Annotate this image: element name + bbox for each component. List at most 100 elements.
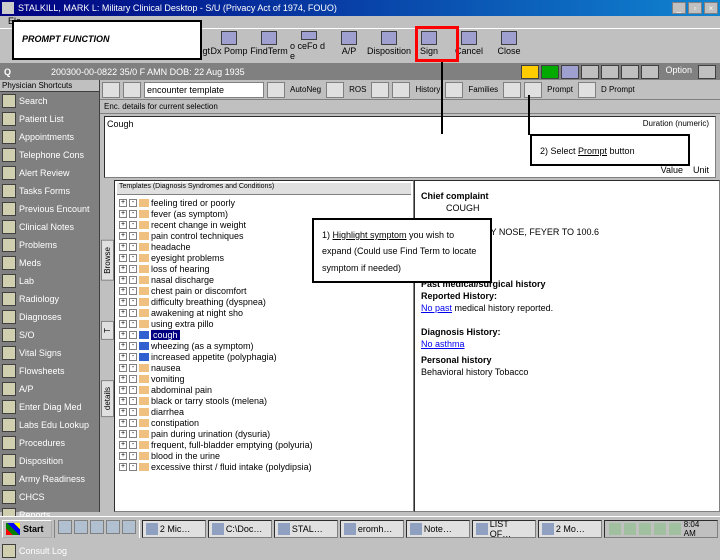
expand-icon[interactable]: + <box>119 309 127 317</box>
shortcut-item[interactable]: Disposition <box>0 452 99 470</box>
expand-icon[interactable]: - <box>129 463 137 471</box>
tree-row[interactable]: +-cough <box>117 329 411 340</box>
shortcut-item[interactable]: Labs Edu Lookup <box>0 416 99 434</box>
shortcut-item[interactable]: Vital Signs <box>0 344 99 362</box>
tb2-icon[interactable] <box>445 82 463 98</box>
expand-icon[interactable]: - <box>129 419 137 427</box>
close-button[interactable]: × <box>704 2 718 14</box>
shortcut-item[interactable]: Diagnoses <box>0 308 99 326</box>
dprompt-icon[interactable] <box>578 82 596 98</box>
tb2-icon[interactable] <box>371 82 389 98</box>
taskbar-task[interactable]: 2 Mo… <box>538 520 602 538</box>
expand-icon[interactable]: - <box>129 199 137 207</box>
expand-icon[interactable]: - <box>129 375 137 383</box>
shortcut-item[interactable]: Telephone Cons <box>0 146 99 164</box>
expand-icon[interactable]: + <box>119 364 127 372</box>
close-toolbar-button[interactable]: Close <box>490 31 528 61</box>
tree-row[interactable]: +-awakening at night sho <box>117 307 411 318</box>
expand-icon[interactable]: - <box>129 364 137 372</box>
tree-row[interactable]: +-blood in the urine <box>117 450 411 461</box>
expand-icon[interactable]: - <box>129 232 137 240</box>
prompt-button[interactable]: Prompt <box>545 85 575 94</box>
tray-icon[interactable] <box>639 523 651 535</box>
browse-tab[interactable]: Browse <box>101 240 114 281</box>
quicklaunch-icon[interactable] <box>74 520 88 534</box>
quicklaunch-icon[interactable] <box>122 520 136 534</box>
tree-row[interactable]: +-frequent, full-bladder emptying (polyu… <box>117 439 411 450</box>
expand-icon[interactable]: + <box>119 397 127 405</box>
expand-icon[interactable]: + <box>119 353 127 361</box>
shortcut-item[interactable]: A/P <box>0 380 99 398</box>
patient-bar-icon[interactable] <box>621 65 639 79</box>
patient-bar-icon[interactable] <box>641 65 659 79</box>
t-tab[interactable]: T <box>101 321 114 340</box>
dprompt-button[interactable]: D Prompt <box>599 85 637 94</box>
tb2-icon[interactable] <box>267 82 285 98</box>
expand-icon[interactable]: - <box>129 331 137 339</box>
shortcut-item[interactable]: Alert Review <box>0 164 99 182</box>
expand-icon[interactable]: - <box>129 353 137 361</box>
minimize-button[interactable]: _ <box>672 2 686 14</box>
findterm-button[interactable]: FindTerm <box>250 31 288 61</box>
patient-bar-icon[interactable] <box>521 65 539 79</box>
tb2-fwd-button[interactable] <box>123 82 141 98</box>
expand-icon[interactable]: + <box>119 232 127 240</box>
expand-icon[interactable]: + <box>119 199 127 207</box>
taskbar-task[interactable]: C:\Doc… <box>208 520 272 538</box>
expand-icon[interactable]: + <box>119 342 127 350</box>
expand-icon[interactable]: + <box>119 386 127 394</box>
expand-icon[interactable]: - <box>129 430 137 438</box>
expand-icon[interactable]: - <box>129 265 137 273</box>
tb2-icon[interactable] <box>392 82 410 98</box>
expand-icon[interactable]: - <box>129 254 137 262</box>
start-button[interactable]: Start <box>2 520 52 538</box>
shortcut-item[interactable]: Consult Log <box>0 542 99 560</box>
dxpomp-button[interactable]: Dx Pomp <box>210 31 248 61</box>
expand-icon[interactable]: - <box>129 287 137 295</box>
tree-row[interactable]: +-using extra pillo <box>117 318 411 329</box>
expand-icon[interactable]: + <box>119 298 127 306</box>
template-dropdown[interactable]: encounter template <box>144 82 264 98</box>
expand-icon[interactable]: - <box>129 342 137 350</box>
prompt-icon[interactable] <box>524 82 542 98</box>
disposition-button[interactable]: Disposition <box>370 31 408 61</box>
sign-button[interactable]: Sign <box>410 31 448 61</box>
tb2-icon[interactable] <box>503 82 521 98</box>
expand-icon[interactable]: + <box>119 276 127 284</box>
expand-icon[interactable]: + <box>119 221 127 229</box>
no-asthma-link[interactable]: No asthma <box>421 339 465 349</box>
patient-bar-icon[interactable] <box>581 65 599 79</box>
expand-icon[interactable]: - <box>129 441 137 449</box>
shortcut-item[interactable]: CHCS <box>0 488 99 506</box>
expand-icon[interactable]: + <box>119 265 127 273</box>
maximize-button[interactable]: ▫ <box>688 2 702 14</box>
tree-row[interactable]: +-diarrhea <box>117 406 411 417</box>
expand-icon[interactable]: - <box>129 408 137 416</box>
tree-row[interactable]: +-chest pain or discomfort <box>117 285 411 296</box>
cancel-button[interactable]: Cancel <box>450 31 488 61</box>
tree-row[interactable]: +-vomiting <box>117 373 411 384</box>
tree-row[interactable]: +-wheezing (as a symptom) <box>117 340 411 351</box>
taskbar-task[interactable]: LIST OF… <box>472 520 536 538</box>
tree-row[interactable]: +-feeling tired or poorly <box>117 197 411 208</box>
shortcut-item[interactable]: Problems <box>0 236 99 254</box>
ros-label[interactable]: ROS <box>347 85 368 94</box>
expand-icon[interactable]: + <box>119 210 127 218</box>
tree-row[interactable]: +-pain during urination (dysuria) <box>117 428 411 439</box>
taskbar-task[interactable]: Note… <box>406 520 470 538</box>
expand-icon[interactable]: + <box>119 254 127 262</box>
taskbar-task[interactable]: 2 Mic… <box>142 520 206 538</box>
no-past-link[interactable]: No past <box>421 303 452 313</box>
expand-icon[interactable]: + <box>119 320 127 328</box>
expand-icon[interactable]: - <box>129 276 137 284</box>
taskbar-task[interactable]: eromh… <box>340 520 404 538</box>
toolbar-btn[interactable]: o ceFo d e <box>290 31 328 61</box>
tb2-icon[interactable] <box>326 82 344 98</box>
expand-icon[interactable]: + <box>119 419 127 427</box>
autoneg-button[interactable]: AutoNeg <box>288 85 323 94</box>
expand-icon[interactable]: + <box>119 408 127 416</box>
expand-icon[interactable]: - <box>129 397 137 405</box>
details-tab[interactable]: details <box>101 380 114 417</box>
patient-bar-icon[interactable] <box>541 65 559 79</box>
tree-row[interactable]: +-abdominal pain <box>117 384 411 395</box>
